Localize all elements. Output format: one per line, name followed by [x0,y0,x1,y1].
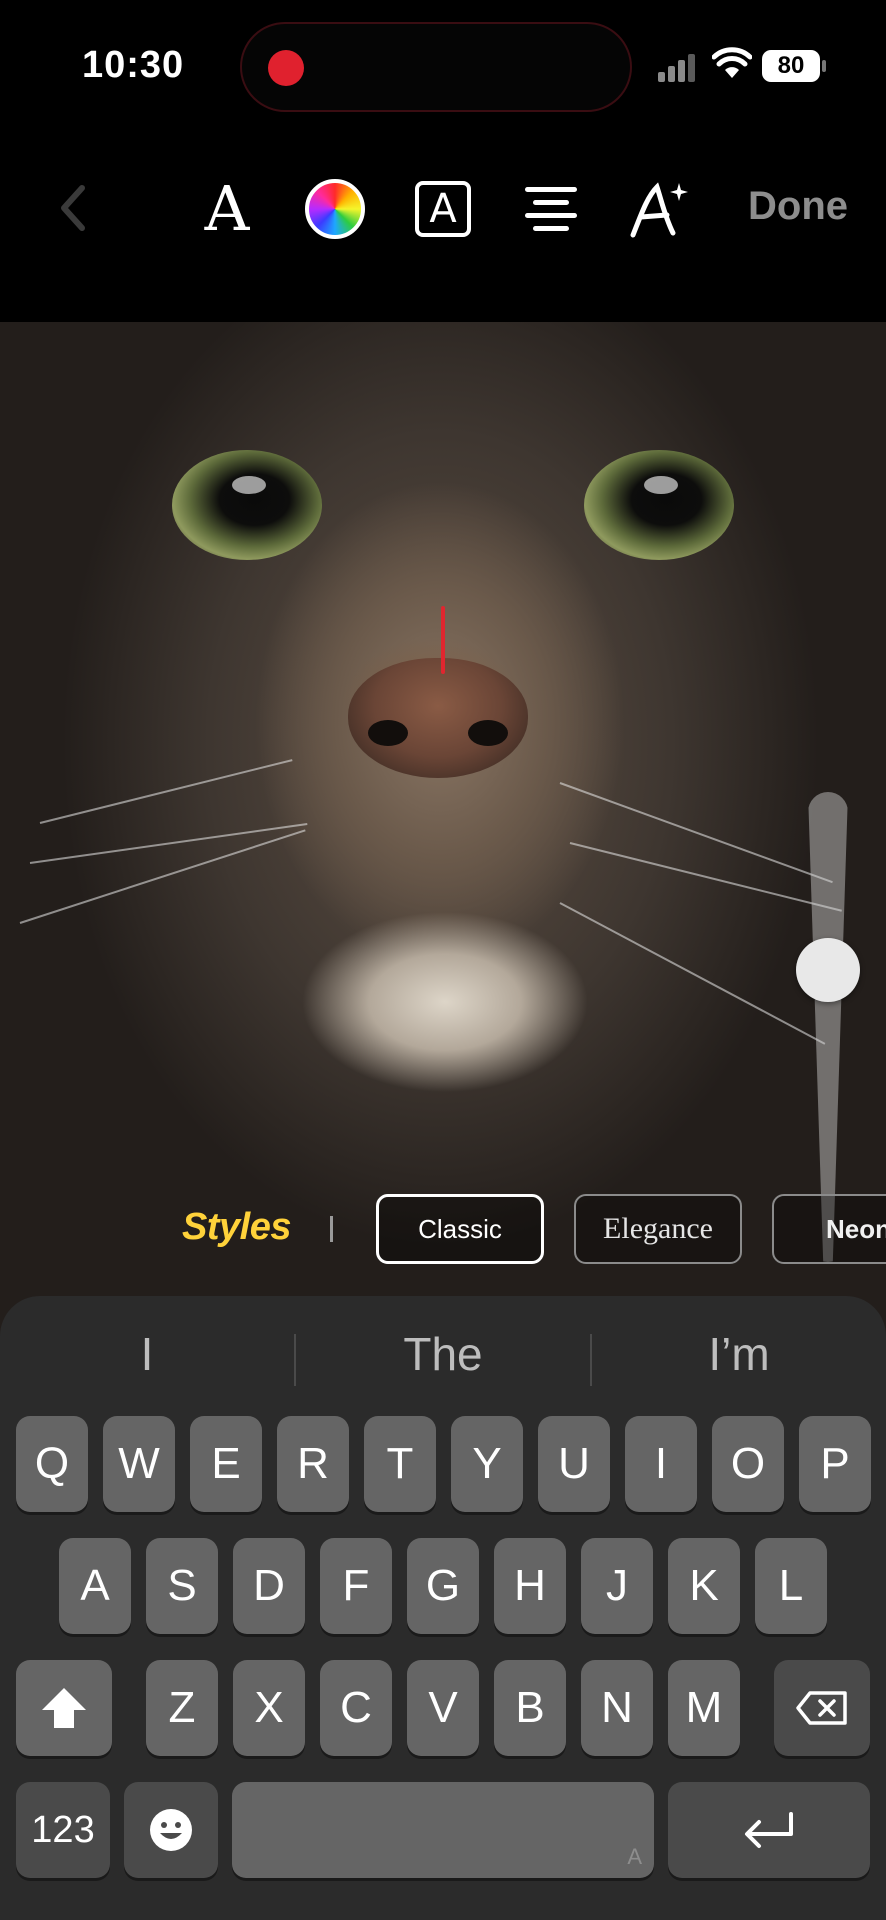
text-edit-toolbar: A A Done [0,150,886,270]
dynamic-island [240,22,632,112]
status-bar: 10:30 80 [0,0,886,130]
key-t[interactable]: T [364,1416,436,1512]
text-effects-icon [630,182,688,238]
color-picker-button[interactable] [300,174,370,244]
text-size-slider-thumb[interactable] [796,938,860,1003]
text-background-glyph: A [429,186,457,232]
back-chevron-icon[interactable] [48,178,98,238]
shift-key[interactable] [16,1660,112,1756]
status-time: 10:30 [82,44,185,86]
key-z[interactable]: Z [146,1660,218,1756]
cat-nose [348,658,528,778]
emoji-icon [150,1809,192,1851]
emoji-key[interactable] [124,1782,218,1878]
text-styles-row: Styles Classic Elegance Neon [0,1192,886,1266]
text-effects-button[interactable] [624,174,694,244]
styles-label: Styles [182,1206,291,1248]
cat-left-eye [172,450,322,560]
suggestion-item[interactable]: I [2,1316,292,1392]
key-d[interactable]: D [233,1538,305,1634]
key-y[interactable]: Y [451,1416,523,1512]
return-key[interactable] [668,1782,870,1878]
text-background-button[interactable]: A [408,174,478,244]
key-n[interactable]: N [581,1660,653,1756]
key-k[interactable]: K [668,1538,740,1634]
font-button[interactable]: A [192,174,262,244]
styles-divider [330,1216,333,1242]
font-icon: A [204,172,250,245]
key-v[interactable]: V [407,1660,479,1756]
key-f[interactable]: F [320,1538,392,1634]
done-button[interactable]: Done [748,184,848,229]
key-c[interactable]: C [320,1660,392,1756]
battery-icon: 80 [762,50,826,82]
text-background-icon: A [415,181,471,237]
style-chip-elegance[interactable]: Elegance [574,1194,742,1264]
keyboard: I The I’m Q W E R T Y U I O P A S D F G … [0,1296,886,1920]
return-icon [745,1812,793,1848]
key-r[interactable]: R [277,1416,349,1512]
key-l[interactable]: L [755,1538,827,1634]
space-bar-hint: A [627,1844,642,1869]
battery-level: 80 [777,52,805,79]
key-p[interactable]: P [799,1416,871,1512]
key-x[interactable]: X [233,1660,305,1756]
align-center-icon [525,187,577,231]
text-alignment-button[interactable] [516,174,586,244]
cat-right-eye [584,450,734,560]
key-w[interactable]: W [103,1416,175,1512]
wifi-icon [712,47,752,78]
numbers-key[interactable]: 123 [16,1782,110,1878]
key-u[interactable]: U [538,1416,610,1512]
recording-indicator-icon [268,50,304,86]
key-e[interactable]: E [190,1416,262,1512]
key-g[interactable]: G [407,1538,479,1634]
style-chip-neon[interactable]: Neon [772,1194,886,1264]
cellular-signal-icon [658,52,698,82]
key-h[interactable]: H [494,1538,566,1634]
key-m[interactable]: M [668,1660,740,1756]
backspace-icon [796,1691,847,1725]
key-j[interactable]: J [581,1538,653,1634]
suggestion-item[interactable]: The [298,1316,588,1392]
predictive-suggestions: I The I’m [0,1316,886,1392]
space-bar[interactable]: A [232,1782,654,1878]
text-cursor [441,606,445,674]
style-chip-classic[interactable]: Classic [376,1194,544,1264]
suggestion-item[interactable]: I’m [594,1316,884,1392]
key-b[interactable]: B [494,1660,566,1756]
key-a[interactable]: A [59,1538,131,1634]
color-wheel-icon [305,179,365,239]
key-q[interactable]: Q [16,1416,88,1512]
delete-key[interactable] [774,1660,870,1756]
photo-canvas[interactable] [0,322,886,1342]
key-o[interactable]: O [712,1416,784,1512]
key-s[interactable]: S [146,1538,218,1634]
shift-arrow-icon [42,1688,86,1728]
key-i[interactable]: I [625,1416,697,1512]
